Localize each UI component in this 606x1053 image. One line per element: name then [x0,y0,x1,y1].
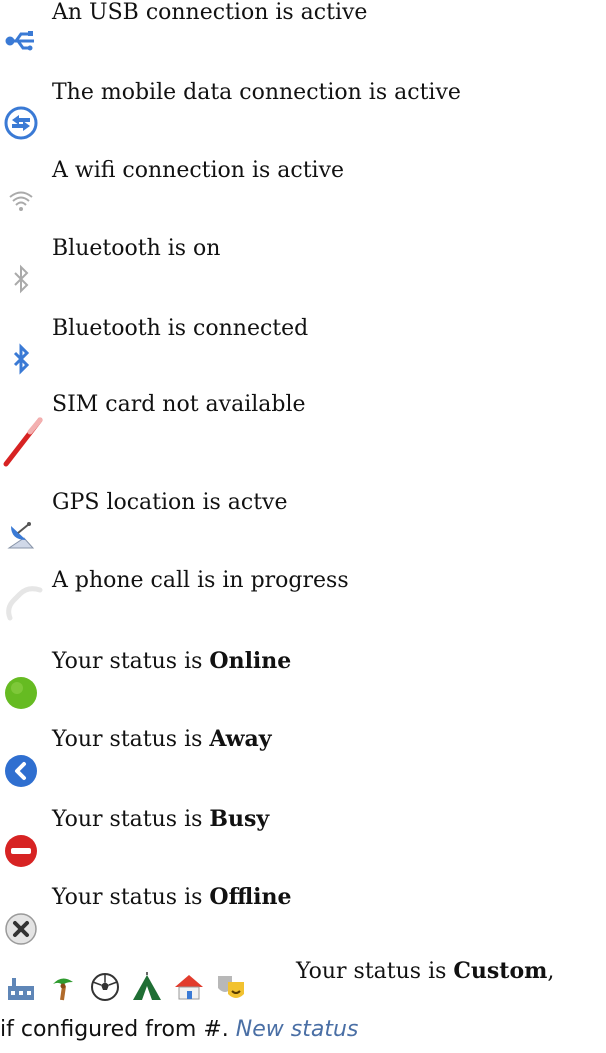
wifi-label: A wifi connection is active [52,158,345,183]
footer-line: if configured from #. New status [0,1016,358,1044]
bluetooth-on-label: Bluetooth is on [52,236,221,261]
phone-call-label: A phone call is in progress [52,568,349,593]
status-away-value: Away [209,726,272,752]
new-status-link[interactable]: New status [236,1017,359,1042]
factory-icon [8,978,34,1000]
status-online-value: Online [209,648,292,674]
bluetooth-connected-icon [13,343,30,375]
status-custom-row: Your status is Custom, [0,958,606,1001]
offline-status-icon [5,913,37,945]
mobile-data-label: The mobile data connection is active [52,80,461,105]
status-away-text: Your status is Away [52,726,272,752]
theater-masks-icon [218,976,244,998]
away-status-icon [5,755,37,787]
bluetooth-connected-label: Bluetooth is connected [52,316,309,341]
house-icon [175,975,203,1000]
status-offline-value: Offline [209,884,292,910]
gps-icon [7,522,35,549]
bluetooth-on-icon [14,264,29,294]
mobile-data-icon [4,106,38,140]
footer-text: if configured from #. [0,1017,236,1042]
status-online-text: Your status is Online [52,648,292,674]
usb-icon [5,31,34,51]
gps-label: GPS location is actve [52,490,288,515]
wifi-icon [9,191,33,211]
status-custom-value: Custom [453,958,548,984]
usb-label: An USB connection is active [52,0,368,25]
phone-call-icon [6,586,43,621]
status-busy-text: Your status is Busy [52,806,270,832]
palm-tree-icon [53,978,73,1001]
sim-label: SIM card not available [52,392,306,417]
custom-icons-group [4,970,248,1004]
busy-status-icon [5,835,37,867]
status-custom-text: Your status is Custom, [296,958,555,984]
status-offline-text: Your status is Offline [52,884,292,910]
status-busy-value: Busy [209,806,270,832]
sim-unavailable-icon [3,417,43,467]
online-status-icon [5,677,37,709]
tent-icon [133,972,161,1000]
soccer-ball-icon [91,973,119,1001]
